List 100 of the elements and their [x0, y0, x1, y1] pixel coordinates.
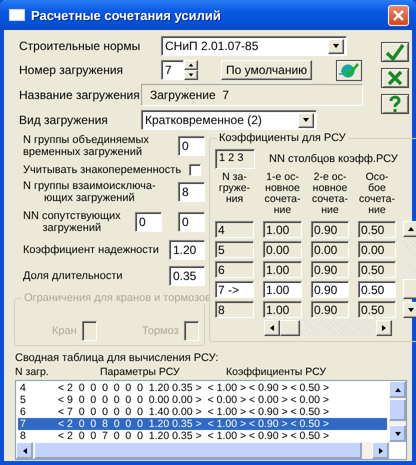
- scroll-thumb[interactable]: [280, 320, 300, 336]
- field-label: Номер загружения: [18, 63, 124, 77]
- cross-icon: [387, 70, 403, 86]
- input-field[interactable]: 1.00: [263, 221, 302, 238]
- field-label: Название загружения: [18, 88, 141, 102]
- column-header: Параметры РСУ: [100, 366, 181, 378]
- list-item[interactable]: 5 < 9 0 0 0 0 0 0 0.00 0.00 > < 0.00 > < 0.00 > < 0.00 >: [18, 394, 387, 406]
- dropdown-arrow-icon: [332, 42, 340, 50]
- number-field[interactable]: 7: [161, 60, 184, 80]
- down-arrow-icon: [407, 306, 415, 314]
- input-field[interactable]: 8: [215, 301, 254, 318]
- dropdown[interactable]: СНиП 2.01.07-85: [161, 36, 347, 56]
- down-arrow-icon: [188, 72, 194, 78]
- spin-up-button[interactable]: [184, 60, 198, 70]
- scroll-right-button[interactable]: [372, 442, 389, 459]
- field-label: Учитывать знакопеременность: [23, 164, 182, 176]
- input-field: [184, 321, 199, 341]
- window-icon: [9, 9, 25, 21]
- input-field: 1 2 3: [215, 149, 255, 169]
- scrollbar[interactable]: [389, 381, 406, 442]
- question-icon: [388, 95, 402, 113]
- down-arrow-icon: [394, 430, 402, 438]
- input-field[interactable]: 0.90: [311, 221, 349, 238]
- scroll-left-button[interactable]: [16, 442, 33, 459]
- left-arrow-icon: [20, 446, 28, 454]
- field-label: Вид загружения: [18, 113, 109, 127]
- up-arrow-icon: [394, 386, 402, 394]
- column-header: N загр.: [15, 366, 50, 378]
- check-icon: [385, 43, 405, 61]
- input-field[interactable]: 0.00: [311, 241, 349, 258]
- input-field[interactable]: 0.50: [358, 221, 396, 238]
- field-label: Тормоз: [142, 325, 179, 337]
- scroll-thumb[interactable]: [389, 399, 406, 421]
- input-field[interactable]: 1.00: [263, 281, 302, 298]
- field-label: N группы объединяемых временных загружений: [23, 134, 149, 158]
- field-label: Кран: [52, 325, 77, 337]
- input-field[interactable]: 4: [215, 221, 254, 238]
- list-item[interactable]: 4 < 2 0 0 0 0 0 0 1.20 0.35 > < 1.00 > < 0.90 > < 0.50 >: [18, 382, 387, 394]
- column-header: 2-е ос- новное сочета- ние: [311, 172, 349, 216]
- field-label: NN сопутствующих загружений: [23, 210, 121, 234]
- up-arrow-icon: [407, 225, 415, 233]
- input-field[interactable]: 0: [178, 136, 205, 156]
- input-field[interactable]: 0.50: [358, 261, 396, 278]
- column-header: N за- груже- ния: [218, 172, 252, 207]
- section-title: Сводная таблица для вычисления РСУ:: [14, 352, 220, 364]
- input-field[interactable]: 1.00: [263, 261, 302, 278]
- window-title: Расчетные сочетания усилий: [31, 8, 222, 22]
- field-label: Доля длительности: [23, 270, 123, 282]
- ball-check-icon: [337, 62, 362, 78]
- field-label: N группы взаимоисключа- ющих загружений: [23, 180, 156, 204]
- scroll-right-button[interactable]: [376, 320, 392, 336]
- scrollbar[interactable]: [403, 221, 416, 318]
- up-arrow-icon: [188, 62, 194, 68]
- input-field[interactable]: 0.90: [311, 301, 349, 318]
- scroll-thumb[interactable]: [403, 279, 416, 299]
- input-field[interactable]: 0: [178, 212, 205, 232]
- scroll-down-button[interactable]: [389, 425, 406, 442]
- close-icon: [393, 10, 404, 20]
- input-field[interactable]: 7 ->: [215, 281, 254, 298]
- input-field[interactable]: 0: [135, 212, 162, 232]
- name-field: Загружение 7: [141, 84, 363, 106]
- left-arrow-icon: [268, 324, 276, 332]
- input-field[interactable]: 0.00: [263, 241, 302, 258]
- checkbox[interactable]: [189, 164, 201, 176]
- input-field[interactable]: 0.35: [169, 266, 205, 286]
- help-button[interactable]: [381, 94, 409, 114]
- scroll-down-button[interactable]: [403, 302, 416, 318]
- spin-down-button[interactable]: [184, 70, 198, 80]
- input-field[interactable]: 0.00: [358, 241, 396, 258]
- scroll-up-button[interactable]: [403, 221, 416, 237]
- input-field[interactable]: 5: [215, 241, 254, 258]
- right-arrow-icon: [376, 446, 384, 454]
- cancel-button[interactable]: [381, 68, 409, 88]
- input-field[interactable]: 0.90: [311, 281, 349, 298]
- column-header: Коэффициенты РСУ: [226, 366, 326, 378]
- scroll-left-button[interactable]: [264, 320, 280, 336]
- column-header: Осо- бое сочета- ние: [358, 172, 396, 216]
- list-item[interactable]: 8 < 2 0 0 7 0 0 0 1.20 0.35 > < 1.00 > < 0.90 > < 0.50 >: [18, 430, 387, 442]
- default-button[interactable]: По умолчанию: [221, 60, 312, 80]
- input-field[interactable]: 0.50: [358, 301, 396, 318]
- apply-button[interactable]: [336, 60, 362, 80]
- input-field[interactable]: 1.20: [169, 240, 205, 260]
- input-field: [82, 321, 97, 341]
- ok-button[interactable]: [381, 42, 409, 62]
- input-field[interactable]: 0.90: [311, 261, 349, 278]
- field-label: Строительные нормы: [18, 39, 142, 53]
- field-label: Коэффициент надежности: [23, 244, 159, 256]
- group-title: Ограничения для кранов и тормозов: [22, 292, 213, 304]
- input-field[interactable]: 6: [215, 261, 254, 278]
- list-item[interactable]: 6 < 7 0 0 0 0 0 0 1.40 0.00 > < 1.00 > < 0.90 > < 0.50 >: [18, 406, 387, 418]
- scrollbar[interactable]: [264, 320, 392, 336]
- dropdown[interactable]: Кратковременное (2): [141, 110, 317, 130]
- close-button[interactable]: [388, 4, 409, 26]
- input-field[interactable]: 0.50: [358, 281, 396, 298]
- input-field[interactable]: 1.00: [263, 301, 302, 318]
- right-arrow-icon: [380, 324, 388, 332]
- input-field[interactable]: 8: [178, 182, 205, 202]
- scroll-up-button[interactable]: [389, 381, 406, 398]
- list-item[interactable]: 7 < 2 0 0 8 0 0 0 1.20 0.35 > < 1.00 > < 0.90 > < 0.50 >: [18, 418, 387, 430]
- group-title: Коэффициенты для РСУ: [217, 132, 348, 144]
